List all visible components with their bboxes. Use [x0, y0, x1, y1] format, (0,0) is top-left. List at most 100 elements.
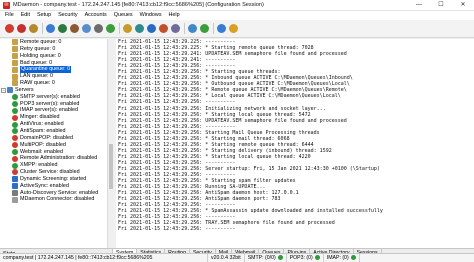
filter-icon[interactable] [135, 24, 144, 33]
tree-item[interactable]: ActiveSync: enabled [0, 183, 112, 190]
user-icon[interactable] [94, 24, 103, 33]
bug-icon[interactable] [123, 24, 132, 33]
queue-icon [12, 73, 18, 80]
close-button[interactable]: ✕ [452, 0, 474, 11]
tree-item[interactable]: Minger: disabled [0, 114, 112, 121]
status-icon [12, 155, 18, 162]
tree-item-label: Remote queue: 0 [20, 39, 62, 45]
tree-item[interactable]: Dynamic Screening: started [0, 176, 112, 183]
tree-item[interactable]: Retry queue: 0 [0, 46, 112, 53]
tree-item[interactable]: RAW queue: 0 [0, 80, 112, 87]
tree-item-label: ActiveSync: enabled [20, 182, 69, 189]
tree-item[interactable]: POP3 server(s): enabled [0, 101, 112, 108]
tree-item[interactable]: Auto-Discovery Service: enabled [0, 190, 112, 197]
tree-item[interactable]: − Servers [0, 87, 112, 94]
minimize-button[interactable]: — [408, 0, 430, 11]
menu-bar: File Edit Setup Security Accounts Queues… [0, 11, 474, 20]
red-circle-icon[interactable] [5, 24, 14, 33]
tree-item[interactable]: AntiVirus: enabled [0, 121, 112, 128]
tree-item[interactable]: MultiPOP: disabled [0, 142, 112, 149]
menu-queues[interactable]: Queues [111, 11, 137, 20]
help-icon[interactable] [229, 24, 238, 33]
tree-item-label: SMTP server(s): enabled [20, 93, 80, 100]
tree-item-label: Quarantine queue: 0 [20, 66, 72, 74]
globe-icon[interactable] [46, 24, 55, 33]
tree-item-label: Minger: disabled [20, 114, 60, 121]
queue-icon [12, 80, 18, 87]
users-icon[interactable] [82, 24, 91, 33]
list-icon[interactable] [171, 24, 180, 33]
status-pop3: POP3: (0) [287, 254, 324, 262]
plug-icon [12, 196, 18, 203]
menu-windows[interactable]: Windows [137, 11, 166, 20]
tree-item[interactable]: Quarantine queue: 0 [0, 66, 112, 74]
tree-item-label: Bad queue: 0 [20, 59, 53, 66]
clock-icon[interactable] [147, 24, 156, 33]
network-icon[interactable] [106, 24, 115, 33]
status-smtp: SMTP: (0/0) [245, 254, 287, 262]
tree-scrollbar-thumb[interactable] [109, 144, 113, 189]
tree-item-label: Cluster Service: disabled [20, 169, 80, 176]
refresh-icon[interactable] [200, 24, 209, 33]
queue-icon [12, 53, 18, 60]
status-icon [12, 114, 18, 121]
tree-item[interactable]: Holding queue: 0 [0, 53, 112, 60]
tree-item[interactable]: AntiSpam: enabled [0, 128, 112, 135]
tree-item[interactable]: LAN queue: 0 [0, 73, 112, 80]
stop-sign-icon[interactable] [17, 24, 26, 33]
event-log: Fri 2021-01-15 12:43:29.225: ---------- F… [116, 39, 474, 262]
navigation-tree: Remote queue: 0 Retry queue: 0 Holding que… [0, 39, 113, 262]
tree-item-label: AntiSpam: enabled [20, 127, 66, 134]
tree-item[interactable]: Webmail: enabled [0, 149, 112, 156]
key-icon[interactable] [29, 24, 38, 33]
tree-item-label: Webmail: enabled [20, 148, 64, 155]
status-icon [12, 169, 18, 176]
menu-security[interactable]: Security [55, 11, 81, 20]
status-pop3-label: POP3: (0) [289, 255, 313, 261]
queue-icon [12, 66, 18, 73]
queue-icon [12, 46, 18, 53]
menu-accounts[interactable]: Accounts [82, 11, 111, 20]
queue-icon [12, 39, 18, 46]
tree-item-label: Retry queue: 0 [20, 45, 56, 52]
status-imap-label: IMAP: (0) [326, 255, 349, 261]
toolbar [0, 20, 474, 38]
toolbar-separator [184, 23, 185, 34]
tree-item[interactable]: DomainPOP: disabled [0, 135, 112, 142]
shield-icon [12, 176, 18, 183]
imap-status-icon [350, 255, 356, 261]
menu-setup[interactable]: Setup [34, 11, 55, 20]
shield-icon[interactable] [58, 24, 67, 33]
tree-item-label: POP3 server(s): enabled [20, 100, 80, 107]
toolbar-separator [119, 23, 120, 34]
tree-item-label: AntiVirus: enabled [20, 121, 64, 128]
mdaemon-icon[interactable]: ✉ [3, 1, 10, 9]
tree-item[interactable]: MDaemon Connector: disabled [0, 196, 112, 203]
tree-item[interactable]: Cluster Service: disabled [0, 169, 112, 176]
menu-help[interactable]: Help [166, 11, 184, 20]
tree-item[interactable]: Remote queue: 0 [0, 39, 112, 46]
tree-item-label: MultiPOP: disabled [20, 141, 66, 148]
sync-icon[interactable] [188, 24, 197, 33]
menu-file[interactable]: File [2, 11, 18, 20]
tree-item[interactable]: XMPP: enabled [0, 162, 112, 169]
status-icon [12, 121, 18, 128]
tree-item[interactable]: Bad queue: 0 [0, 60, 112, 67]
window-controls: — ☐ ✕ [408, 0, 474, 11]
tree-item-label: DomainPOP: disabled [20, 134, 74, 141]
title-bar: ✉ MDaemon - company.test - 172.24.247.14… [0, 0, 474, 11]
info-icon[interactable] [217, 24, 226, 33]
maximize-button[interactable]: ☐ [430, 0, 452, 11]
tree-item[interactable]: IMAP server(s): enabled [0, 107, 112, 114]
gear-icon[interactable] [70, 24, 79, 33]
smtp-status-icon [277, 255, 283, 261]
mail-icon[interactable] [159, 24, 168, 33]
collapse-icon[interactable]: − [1, 87, 6, 93]
log-line: Fri 2021-01-15 12:43:29.256: ---------- [118, 226, 236, 233]
tree-item-label: IMAP server(s): enabled [20, 107, 79, 114]
status-imap: IMAP: (0) [324, 254, 360, 262]
tree-item[interactable]: SMTP server(s): enabled [0, 94, 112, 101]
tree-item[interactable]: Remote Administration: disabled [0, 155, 112, 162]
tree-scrollbar[interactable] [107, 39, 113, 262]
menu-edit[interactable]: Edit [18, 11, 34, 20]
